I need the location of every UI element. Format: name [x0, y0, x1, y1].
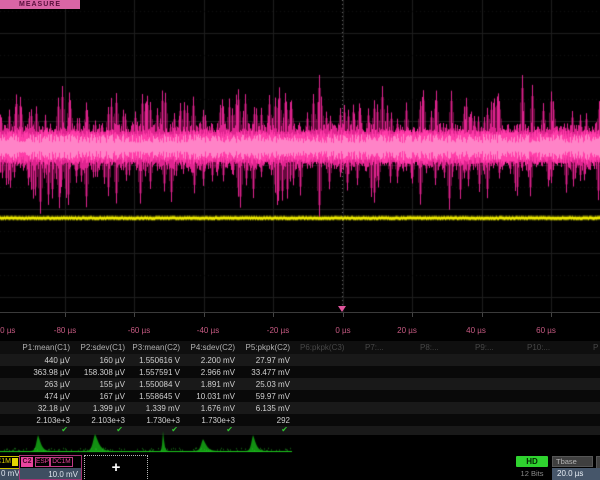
axis-tick [134, 313, 135, 317]
measure-cell: 292 [228, 416, 290, 425]
axis-tick [412, 313, 413, 317]
measure-cell: 2.966 mV [173, 368, 235, 377]
time-axis-label: 40 µs [466, 326, 486, 335]
measure-histogram-display [0, 428, 600, 455]
measure-header-p6[interactable]: P6:pkpk(C3) [300, 343, 370, 352]
measure-cell: 363.98 µV [8, 368, 70, 377]
c2-scale-value: 10.0 mV [48, 470, 78, 479]
measure-cell: 10.031 mV [173, 392, 235, 401]
measure-cell: 59.97 mV [228, 392, 290, 401]
measure-cell: 1.557591 V [118, 368, 180, 377]
trigger-position-icon[interactable] [338, 306, 346, 312]
measure-cell: 158.308 µV [63, 368, 125, 377]
measure-cell: 2.200 mV [173, 356, 235, 365]
measure-cell: 474 µV [8, 392, 70, 401]
measurement-table[interactable]: P1:mean(C1)P2:sdev(C1)P3:mean(C2)P4:sdev… [0, 341, 600, 437]
table-row: 32.18 µV1.399 µV1.339 mV1.676 mV6.135 mV [0, 402, 600, 414]
timebase-box[interactable]: Tbase [552, 456, 593, 467]
axis-tick [551, 313, 552, 317]
axis-tick [204, 313, 205, 317]
measure-cell: 1.550616 V [118, 356, 180, 365]
add-trace-button[interactable]: + [84, 455, 148, 480]
table-row: P1:mean(C1)P2:sdev(C1)P3:mean(C2)P4:sdev… [0, 341, 600, 354]
measure-cell: 167 µV [63, 392, 125, 401]
measure-cell: 155 µV [63, 380, 125, 389]
time-axis-label: -60 µs [128, 326, 150, 335]
measure-cell: 33.477 mV [228, 368, 290, 377]
time-axis-label: -20 µs [267, 326, 289, 335]
measure-cell: 440 µV [8, 356, 70, 365]
time-axis: -100 µs -80 µs -60 µs -40 µs -20 µs 0 µs 20 µs… [0, 312, 600, 341]
table-row: 2.103e+32.103e+31.730e+31.730e+3292 [0, 414, 600, 426]
measure-header-p11[interactable]: P [593, 343, 600, 352]
hd-bits-label: 12 Bits [513, 469, 551, 478]
measure-cell: 1.339 mV [118, 404, 180, 413]
descriptor-bar: DC1M 0 mV C2 ESP DC1M 10.0 mV + HD 12 Bi… [0, 455, 600, 480]
measure-cell: 1.399 µV [63, 404, 125, 413]
time-axis-label: -80 µs [54, 326, 76, 335]
measure-cell: 263 µV [8, 380, 70, 389]
c2-coupling-badge: DC1M [50, 457, 73, 467]
axis-tick [65, 313, 66, 317]
measure-cell: 1.676 mV [173, 404, 235, 413]
hd-mode-badge[interactable]: HD [516, 456, 548, 467]
c1-descriptor-box[interactable]: DC1M [0, 456, 20, 469]
time-axis-label: -100 µs [0, 326, 15, 335]
measure-cell: 2.103e+3 [8, 416, 70, 425]
axis-tick [482, 313, 483, 317]
measure-cell: 1.891 mV [173, 380, 235, 389]
time-axis-label: -40 µs [197, 326, 219, 335]
measure-cell: 6.135 mV [228, 404, 290, 413]
measure-cell: 32.18 µV [8, 404, 70, 413]
time-axis-label: 60 µs [536, 326, 556, 335]
axis-tick [273, 313, 274, 317]
waveform-display[interactable] [0, 0, 600, 312]
measure-header-p5[interactable]: P5:pkpk(C2) [226, 343, 290, 352]
measure-cell: 1.550084 V [118, 380, 180, 389]
measure-cell: 25.03 mV [228, 380, 290, 389]
axis-tick [343, 313, 344, 317]
measure-cell: 1.730e+3 [118, 416, 180, 425]
table-row: 474 µV167 µV1.558645 V10.031 mV59.97 mV [0, 390, 600, 402]
table-row: 440 µV160 µV1.550616 V2.200 mV27.97 mV [0, 354, 600, 366]
measure-cell: 2.103e+3 [63, 416, 125, 425]
oscilloscope-screen: MEASURE -100 µs -80 µs -60 µs -40 µs -20 µs 0… [0, 0, 600, 480]
c2-channel-chip[interactable]: C2 [21, 457, 33, 467]
timebase-value: 20.0 µs [552, 468, 600, 480]
measure-header-p10[interactable]: P10:... [527, 343, 597, 352]
time-axis-label: 0 µs [335, 326, 350, 335]
table-row: 363.98 µV158.308 µV1.557591 V2.966 mV33.… [0, 366, 600, 378]
table-row: 263 µV155 µV1.550084 V1.891 mV25.03 mV [0, 378, 600, 390]
measure-cell: 27.97 mV [228, 356, 290, 365]
c2-esp-badge: ESP [35, 457, 50, 467]
c2-descriptor-box[interactable]: C2 ESP DC1M 10.0 mV [19, 455, 82, 480]
measure-cell: 160 µV [63, 356, 125, 365]
plus-icon: + [85, 456, 147, 480]
time-axis-label: 20 µs [397, 326, 417, 335]
measure-tab-label[interactable]: MEASURE [0, 0, 80, 9]
measure-cell: 1.558645 V [118, 392, 180, 401]
c1-color-block [12, 458, 18, 466]
measure-cell: 1.730e+3 [173, 416, 235, 425]
c1-scale-value: 0 mV [1, 469, 20, 478]
c1-coupling-label: DC1M [0, 457, 11, 467]
